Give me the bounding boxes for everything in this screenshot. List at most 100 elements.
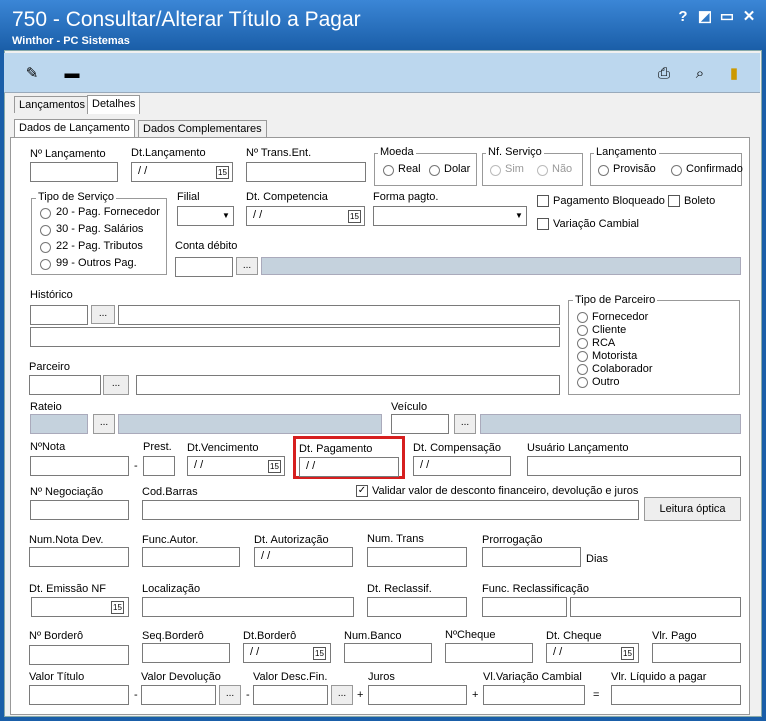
prorrog-input[interactable] bbox=[482, 547, 581, 567]
contadeb-search-button[interactable]: ... bbox=[236, 257, 258, 275]
numbanco-input[interactable] bbox=[344, 643, 432, 663]
ncheque-label: NºCheque bbox=[445, 629, 496, 641]
tab-lancamentos[interactable]: Lançamentos bbox=[14, 96, 91, 113]
local-input[interactable] bbox=[142, 597, 354, 617]
calendar-icon[interactable]: 15 bbox=[348, 210, 361, 223]
varcamb-checkbox[interactable] bbox=[537, 218, 549, 230]
ts2-radio[interactable] bbox=[40, 225, 51, 236]
ts1-radio[interactable] bbox=[40, 208, 51, 219]
contadeb-input[interactable] bbox=[175, 257, 233, 277]
dtreclass-input[interactable] bbox=[367, 597, 467, 617]
parceiro-input[interactable] bbox=[136, 375, 560, 395]
ntrans-input[interactable] bbox=[246, 162, 366, 182]
p6-radio[interactable] bbox=[577, 377, 588, 388]
maximize-button[interactable]: ▭ bbox=[718, 8, 736, 26]
prest-input[interactable] bbox=[143, 456, 175, 476]
edit-icon[interactable]: ✎ bbox=[22, 64, 42, 84]
search-icon[interactable]: ⌕ bbox=[690, 64, 710, 84]
historico-code-input[interactable] bbox=[30, 305, 88, 325]
parceiro-search-button[interactable]: ... bbox=[103, 375, 129, 395]
dtpag-input[interactable]: / / bbox=[299, 457, 399, 477]
valdesc-button[interactable]: ... bbox=[331, 685, 353, 705]
usuario-input[interactable] bbox=[527, 456, 741, 476]
chevron-down-icon[interactable]: ▼ bbox=[512, 207, 526, 225]
p3-radio[interactable] bbox=[577, 338, 588, 349]
numnota-input[interactable] bbox=[29, 547, 129, 567]
valdev-button[interactable]: ... bbox=[219, 685, 241, 705]
calendar-icon[interactable]: 15 bbox=[268, 460, 281, 473]
tab-dados-lancamento[interactable]: Dados de Lançamento bbox=[14, 119, 135, 138]
historico-search-button[interactable]: ... bbox=[91, 305, 115, 324]
valtit-input[interactable] bbox=[29, 685, 129, 705]
valdev-label: Valor Devolução bbox=[141, 671, 221, 683]
funcaut-input[interactable] bbox=[142, 547, 240, 567]
nneg-input[interactable] bbox=[30, 500, 129, 520]
print-icon[interactable]: ⎙ bbox=[654, 64, 674, 84]
nao-radio[interactable] bbox=[537, 165, 548, 176]
vlrpago-input[interactable] bbox=[652, 643, 741, 663]
historico2-input[interactable] bbox=[30, 327, 560, 347]
valdev-input[interactable] bbox=[141, 685, 216, 705]
p2-radio[interactable] bbox=[577, 325, 588, 336]
valtit-label: Valor Título bbox=[29, 671, 85, 683]
real-radio[interactable] bbox=[383, 165, 394, 176]
sim-radio[interactable] bbox=[490, 165, 501, 176]
dtaut-label: Dt. Autorização bbox=[254, 534, 329, 546]
dolar-radio[interactable] bbox=[429, 165, 440, 176]
dtcomp2-input[interactable]: / / bbox=[413, 456, 511, 476]
juros-input[interactable] bbox=[368, 685, 467, 705]
p5-radio[interactable] bbox=[577, 364, 588, 375]
ncheque-input[interactable] bbox=[445, 643, 533, 663]
numtrans-input[interactable] bbox=[367, 547, 467, 567]
restore-button[interactable]: ◩ bbox=[696, 8, 714, 26]
p3-label: RCA bbox=[592, 337, 616, 349]
funcaut-label: Func.Autor. bbox=[142, 534, 199, 546]
real-label: Real bbox=[398, 163, 421, 175]
dolar-label: Dolar bbox=[444, 163, 471, 175]
veiculo-search-button[interactable]: ... bbox=[454, 414, 476, 434]
tab-detalhes[interactable]: Detalhes bbox=[87, 95, 141, 114]
valdesc-input[interactable] bbox=[253, 685, 328, 705]
close-button[interactable]: ✕ bbox=[740, 8, 758, 26]
moeda-label: Moeda bbox=[378, 146, 416, 158]
parceiro-code-input[interactable] bbox=[29, 375, 101, 395]
chevron-down-icon[interactable]: ▼ bbox=[219, 207, 233, 225]
leitura-button[interactable]: Leitura óptica bbox=[644, 497, 741, 521]
codbarras-input[interactable] bbox=[142, 500, 639, 520]
nnota-input[interactable] bbox=[30, 456, 129, 476]
calendar-icon[interactable]: 15 bbox=[621, 647, 634, 660]
ts1-label: 20 - Pag. Fornecedor bbox=[56, 206, 160, 218]
tab-dados-complementares[interactable]: Dados Complementares bbox=[138, 120, 267, 137]
calendar-icon[interactable]: 15 bbox=[111, 601, 124, 614]
ts4-radio[interactable] bbox=[40, 259, 51, 270]
sim-label: Sim bbox=[505, 163, 524, 175]
vlvar-input[interactable] bbox=[483, 685, 585, 705]
calendar-icon[interactable]: 15 bbox=[313, 647, 326, 660]
funcreclass-code-input[interactable] bbox=[482, 597, 567, 617]
nbord-input[interactable] bbox=[29, 645, 129, 665]
seqbord-input[interactable] bbox=[142, 643, 230, 663]
formapag-select[interactable] bbox=[373, 206, 527, 226]
nlanc-input[interactable] bbox=[30, 162, 118, 182]
p1-radio[interactable] bbox=[577, 312, 588, 323]
exit-icon[interactable]: ▮ bbox=[724, 64, 744, 84]
dtaut-input[interactable]: / / bbox=[254, 547, 353, 567]
rateio-search-button[interactable]: ... bbox=[93, 414, 115, 434]
historico-input[interactable] bbox=[118, 305, 560, 325]
vlliq-input[interactable] bbox=[611, 685, 741, 705]
dtcomp-label: Dt. Competencia bbox=[246, 191, 328, 203]
boleto-checkbox[interactable] bbox=[668, 195, 680, 207]
dash-icon[interactable]: ▬ bbox=[62, 64, 82, 84]
pagbloq-checkbox[interactable] bbox=[537, 195, 549, 207]
date-value: / / bbox=[420, 459, 430, 471]
p4-radio[interactable] bbox=[577, 351, 588, 362]
confirmado-radio[interactable] bbox=[671, 165, 682, 176]
veiculo-code-input[interactable] bbox=[391, 414, 449, 434]
ts3-radio[interactable] bbox=[40, 242, 51, 253]
help-button[interactable]: ? bbox=[674, 8, 692, 26]
calendar-icon[interactable]: 15 bbox=[216, 166, 229, 179]
vlvar-label: Vl.Variação Cambial bbox=[483, 671, 582, 683]
funcreclass-input[interactable] bbox=[570, 597, 741, 617]
validar-checkbox[interactable]: ✓ bbox=[356, 485, 368, 497]
provisao-radio[interactable] bbox=[598, 165, 609, 176]
